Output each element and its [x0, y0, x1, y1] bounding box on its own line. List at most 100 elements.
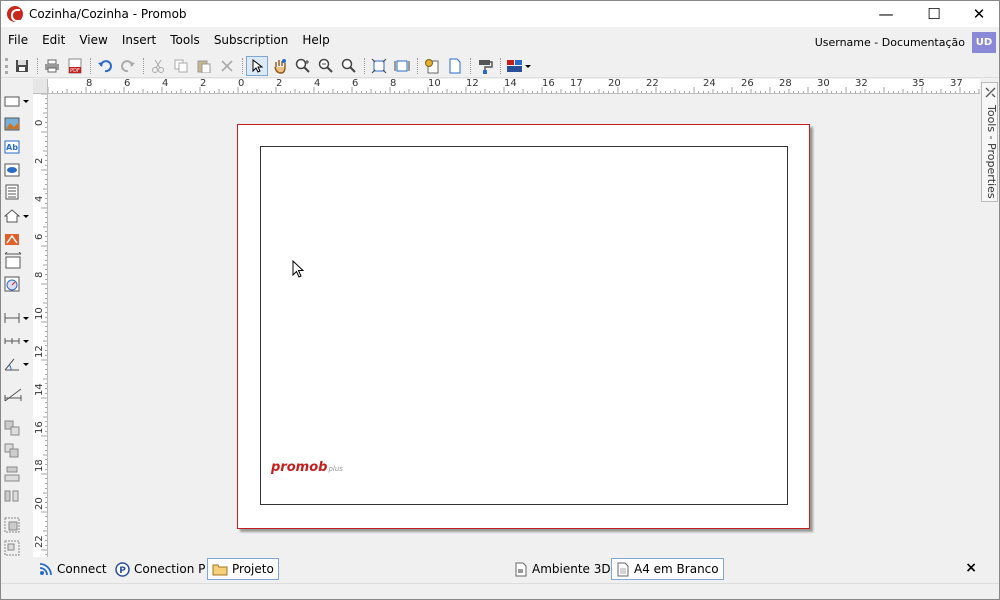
- pan-button[interactable]: [269, 56, 291, 76]
- house-tool-button[interactable]: [4, 207, 30, 225]
- ruler-label: 20: [608, 79, 621, 89]
- fit-page-button[interactable]: [368, 56, 390, 76]
- dimension-view-tool-button[interactable]: [4, 252, 30, 270]
- menu-subscription[interactable]: Subscription: [207, 27, 296, 54]
- rss-icon: [39, 563, 52, 576]
- resize-icon: [4, 490, 19, 502]
- tab-conection-p[interactable]: P Conection P: [111, 558, 209, 580]
- svg-text:PDF: PDF: [70, 68, 80, 74]
- export-pdf-button[interactable]: PDF: [64, 56, 86, 76]
- angle-dimension-button[interactable]: [4, 355, 30, 373]
- save-icon: [16, 59, 28, 72]
- main-toolbar: PDF: [1, 54, 999, 78]
- menu-help[interactable]: Help: [295, 27, 336, 54]
- copy-button[interactable]: [170, 56, 192, 76]
- status-bar: [1, 583, 999, 599]
- tab-connect-label: Connect: [57, 562, 107, 576]
- distribute-icon: [4, 466, 20, 482]
- camera-view-tool-button[interactable]: [4, 161, 30, 179]
- arrange-tool-button[interactable]: [4, 442, 30, 460]
- cut-button[interactable]: [147, 56, 169, 76]
- align-tool-button[interactable]: [4, 419, 30, 437]
- ruler-label: 20: [34, 497, 45, 510]
- menu-edit[interactable]: Edit: [35, 27, 72, 54]
- zoom-out-button[interactable]: [315, 56, 337, 76]
- linear-dimension-button[interactable]: [4, 309, 30, 327]
- redo-button[interactable]: [117, 56, 139, 76]
- save-button[interactable]: [11, 56, 33, 76]
- ruler-label: 2: [34, 157, 45, 164]
- ruler-label: 32: [855, 79, 868, 89]
- paste-button[interactable]: [193, 56, 215, 76]
- drawing-canvas[interactable]: promobplus: [48, 94, 980, 557]
- app-window: Cozinha/Cozinha - Promob — ☐ ✕ File Edit…: [0, 0, 1000, 600]
- list-icon: [5, 184, 19, 200]
- ruler-label: 10: [34, 307, 45, 320]
- printer-icon: [45, 59, 59, 72]
- distribute-tool-button[interactable]: [4, 465, 30, 483]
- list-tool-button[interactable]: [4, 183, 30, 201]
- text-tool-button[interactable]: Ab: [4, 138, 30, 156]
- tab-projeto-label: Projeto: [232, 562, 274, 576]
- layout-dropdown-button[interactable]: [504, 56, 534, 76]
- page-setup-button[interactable]: [421, 56, 443, 76]
- drawing-frame[interactable]: promobplus: [260, 146, 788, 505]
- side-panel: Tools - Properties: [980, 79, 999, 557]
- ruler-label: 8: [34, 271, 45, 278]
- new-page-button[interactable]: [444, 56, 466, 76]
- tab-connect[interactable]: Connect: [35, 558, 111, 580]
- tab-projeto[interactable]: Projeto: [207, 558, 279, 580]
- minimize-button[interactable]: —: [863, 1, 909, 27]
- tools-icon: [985, 87, 996, 98]
- close-button[interactable]: ✕: [956, 1, 1000, 27]
- fit-width-button[interactable]: [391, 56, 413, 76]
- tab-a4-em-branco-label: A4 em Branco: [634, 562, 719, 576]
- gauge-tool-button[interactable]: [4, 275, 30, 293]
- ruler-label: 18: [34, 459, 45, 472]
- page-sheet[interactable]: promobplus: [237, 124, 810, 529]
- maximize-button[interactable]: ☐: [911, 1, 957, 27]
- rectangle-icon: [4, 96, 29, 107]
- ruler-label: 16: [34, 421, 45, 434]
- menu-tools[interactable]: Tools: [163, 27, 207, 54]
- text-ab-icon: Ab: [4, 140, 20, 154]
- user-avatar[interactable]: UD: [972, 32, 996, 53]
- rectangle-tool-button[interactable]: [4, 92, 30, 110]
- ruler-label: 2: [200, 79, 207, 89]
- zoom-button[interactable]: [338, 56, 360, 76]
- render-tool-button[interactable]: [4, 230, 30, 248]
- fit-width-icon: [394, 60, 410, 71]
- ungroup-tool-button[interactable]: [4, 539, 30, 557]
- logo-text: promob: [271, 460, 328, 475]
- paint-button[interactable]: [474, 56, 496, 76]
- chain-dimension-button[interactable]: [4, 332, 30, 350]
- tab-ambiente-3d-label: Ambiente 3D: [532, 562, 611, 576]
- undo-button[interactable]: [94, 56, 116, 76]
- group-tool-button[interactable]: [4, 516, 30, 534]
- tools-properties-tab[interactable]: Tools - Properties: [981, 82, 998, 202]
- logo-suffix: plus: [328, 465, 343, 473]
- image-tool-button[interactable]: [4, 115, 30, 133]
- menu-file[interactable]: File: [1, 27, 35, 54]
- left-toolbar: Ab: [1, 79, 33, 557]
- window-title: Cozinha/Cozinha - Promob: [29, 7, 187, 21]
- resize-tool-button[interactable]: [4, 487, 30, 505]
- ruler-label: 24: [703, 79, 716, 89]
- document-icon: [617, 562, 629, 576]
- menu-insert[interactable]: Insert: [115, 27, 163, 54]
- ruler-label: 17: [570, 79, 583, 89]
- magnifier-icon: [341, 58, 356, 73]
- toolbar-separator: [242, 57, 243, 74]
- tab-a4-em-branco[interactable]: A4 em Branco: [611, 558, 724, 580]
- delete-button[interactable]: [216, 56, 238, 76]
- tab-ambiente-3d[interactable]: Ambiente 3D: [510, 558, 615, 580]
- print-button[interactable]: [41, 56, 63, 76]
- close-tab-button[interactable]: ×: [965, 560, 977, 576]
- toolbar-grip[interactable]: [5, 57, 8, 74]
- menu-view[interactable]: View: [72, 27, 114, 54]
- leader-tool-button[interactable]: [4, 386, 30, 404]
- ruler-label: 16: [542, 79, 555, 89]
- zoom-window-button[interactable]: [292, 56, 314, 76]
- ungroup-icon: [4, 540, 20, 556]
- select-tool-button[interactable]: [246, 55, 268, 76]
